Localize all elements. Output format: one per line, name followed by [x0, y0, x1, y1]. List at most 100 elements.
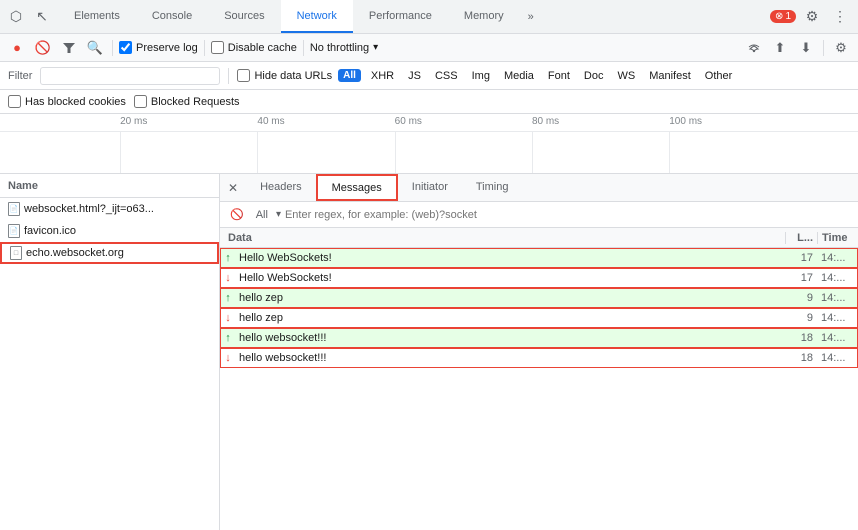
filter-xhr[interactable]: XHR: [367, 68, 398, 84]
download-icon[interactable]: ⬇: [795, 37, 817, 59]
timeline-grid-5: [669, 132, 670, 173]
error-badge[interactable]: ⊗ 1: [770, 10, 796, 23]
msg-row-5[interactable]: ↓ hello websocket!!! 18 14:...: [220, 348, 858, 368]
error-icon: ⊗: [775, 11, 783, 22]
has-blocked-cookies-checkbox[interactable]: [8, 95, 21, 108]
msg-data-4: hello websocket!!!: [235, 332, 785, 344]
msg-time-1: 14:...: [817, 272, 857, 284]
filter-bar: Filter Hide data URLs All XHR JS CSS Img…: [0, 62, 858, 90]
timeline-grid-4: [532, 132, 533, 173]
msg-filter-input[interactable]: [285, 209, 852, 221]
msg-len-2: 9: [785, 292, 817, 304]
tab-network[interactable]: Network: [281, 0, 353, 33]
toolbar: ● 🚫 🔍 Preserve log Disable cache No thro…: [0, 34, 858, 62]
separator-2: [204, 40, 205, 56]
throttle-dropdown-icon[interactable]: ▾: [373, 42, 378, 53]
hide-data-urls-checkbox[interactable]: [237, 69, 250, 82]
search-button[interactable]: 🔍: [84, 37, 106, 59]
file-item-echo[interactable]: □ echo.websocket.org: [0, 242, 219, 264]
filter-js[interactable]: JS: [404, 68, 425, 84]
main-content: Name 📄 websocket.html?_ijt=o63... 📄 favi…: [0, 174, 858, 530]
timeline-ruler: 20 ms 40 ms 60 ms 80 ms 100 ms: [0, 114, 858, 132]
msg-filter-bar: 🚫 All ▾: [220, 202, 858, 228]
msg-row-1[interactable]: ↓ Hello WebSockets! 17 14:...: [220, 268, 858, 288]
file-item-favicon[interactable]: 📄 favicon.ico: [0, 220, 219, 242]
arrow-up-icon-2: ↑: [221, 292, 235, 304]
record-button[interactable]: ●: [6, 37, 28, 59]
sub-tab-close[interactable]: ✕: [220, 174, 246, 201]
separator-4: [823, 40, 824, 56]
msg-block-icon[interactable]: 🚫: [226, 206, 248, 223]
col-data-header: Data: [220, 232, 786, 244]
msg-all-label[interactable]: All: [252, 207, 272, 223]
file-item-websocket[interactable]: 📄 websocket.html?_ijt=o63...: [0, 198, 219, 220]
devtools-icon[interactable]: ⬡: [4, 5, 28, 29]
msg-len-1: 17: [785, 272, 817, 284]
arrow-down-icon-3: ↓: [221, 312, 235, 324]
arrow-down-icon-5: ↓: [221, 352, 235, 364]
separator-3: [303, 40, 304, 56]
tab-console[interactable]: Console: [136, 0, 208, 33]
disable-cache-label[interactable]: Disable cache: [211, 41, 297, 54]
wifi-icon[interactable]: [743, 37, 765, 59]
inspect-icon[interactable]: ↖: [30, 5, 54, 29]
upload-icon[interactable]: ⬆: [769, 37, 791, 59]
msg-dropdown-icon[interactable]: ▾: [276, 209, 281, 220]
stop-button[interactable]: 🚫: [32, 37, 54, 59]
tab-elements[interactable]: Elements: [58, 0, 136, 33]
file-icon-echo: □: [10, 246, 22, 260]
filter-ws[interactable]: WS: [613, 68, 639, 84]
msg-time-2: 14:...: [817, 292, 857, 304]
tab-bar: ⬡ ↖ Elements Console Sources Network Per…: [0, 0, 858, 34]
tab-memory[interactable]: Memory: [448, 0, 520, 33]
tabs: Elements Console Sources Network Perform…: [58, 0, 542, 33]
msg-data-5: hello websocket!!!: [235, 352, 785, 364]
has-blocked-cookies-label[interactable]: Has blocked cookies: [8, 95, 126, 108]
disable-cache-checkbox[interactable]: [211, 41, 224, 54]
file-icon-favicon: 📄: [8, 224, 20, 238]
msg-data-3: hello zep: [235, 312, 785, 324]
blocked-requests-checkbox[interactable]: [134, 95, 147, 108]
timeline-mark-80: 80 ms: [532, 116, 559, 127]
filter-img[interactable]: Img: [468, 68, 494, 84]
msg-len-0: 17: [785, 252, 817, 264]
file-list-panel: Name 📄 websocket.html?_ijt=o63... 📄 favi…: [0, 174, 220, 530]
settings-icon[interactable]: ⚙: [800, 5, 824, 29]
filter-button[interactable]: [58, 37, 80, 59]
filter-font[interactable]: Font: [544, 68, 574, 84]
sub-tab-headers[interactable]: Headers: [246, 174, 316, 201]
msg-row-3[interactable]: ↓ hello zep 9 14:...: [220, 308, 858, 328]
msg-row-4[interactable]: ↑ hello websocket!!! 18 14:...: [220, 328, 858, 348]
blocked-requests-label[interactable]: Blocked Requests: [134, 95, 240, 108]
col-len-header: L...: [786, 232, 818, 244]
msg-time-3: 14:...: [817, 312, 857, 324]
sub-tab-timing[interactable]: Timing: [462, 174, 523, 201]
messages-table-header: Data L... Time: [220, 228, 858, 248]
preserve-log-checkbox[interactable]: [119, 41, 132, 54]
all-filter-badge[interactable]: All: [338, 69, 361, 82]
sub-tabs: ✕ Headers Messages Initiator Timing: [220, 174, 858, 202]
tab-sources[interactable]: Sources: [208, 0, 280, 33]
sub-tab-initiator[interactable]: Initiator: [398, 174, 462, 201]
hide-data-urls-label[interactable]: Hide data URLs: [237, 69, 332, 82]
msg-row-2[interactable]: ↑ hello zep 9 14:...: [220, 288, 858, 308]
msg-len-3: 9: [785, 312, 817, 324]
more-vert-icon[interactable]: ⋮: [828, 5, 852, 29]
filter-other[interactable]: Other: [701, 68, 737, 84]
sub-tab-messages[interactable]: Messages: [316, 174, 398, 201]
msg-row-0[interactable]: ↑ Hello WebSockets! 17 14:...: [220, 248, 858, 268]
msg-len-4: 18: [785, 332, 817, 344]
msg-len-5: 18: [785, 352, 817, 364]
filter-input[interactable]: [40, 67, 220, 85]
timeline-grid-2: [257, 132, 258, 173]
preserve-log-label[interactable]: Preserve log: [119, 41, 198, 54]
filter-manifest[interactable]: Manifest: [645, 68, 695, 84]
filter-media[interactable]: Media: [500, 68, 538, 84]
tab-performance[interactable]: Performance: [353, 0, 448, 33]
tab-more[interactable]: »: [520, 0, 542, 33]
messages-table: Data L... Time ↑ Hello WebSockets! 17 14…: [220, 228, 858, 530]
filter-doc[interactable]: Doc: [580, 68, 608, 84]
filter-css[interactable]: CSS: [431, 68, 462, 84]
network-settings-icon[interactable]: ⚙: [830, 37, 852, 59]
messages-panel: ✕ Headers Messages Initiator Timing 🚫 Al…: [220, 174, 858, 530]
